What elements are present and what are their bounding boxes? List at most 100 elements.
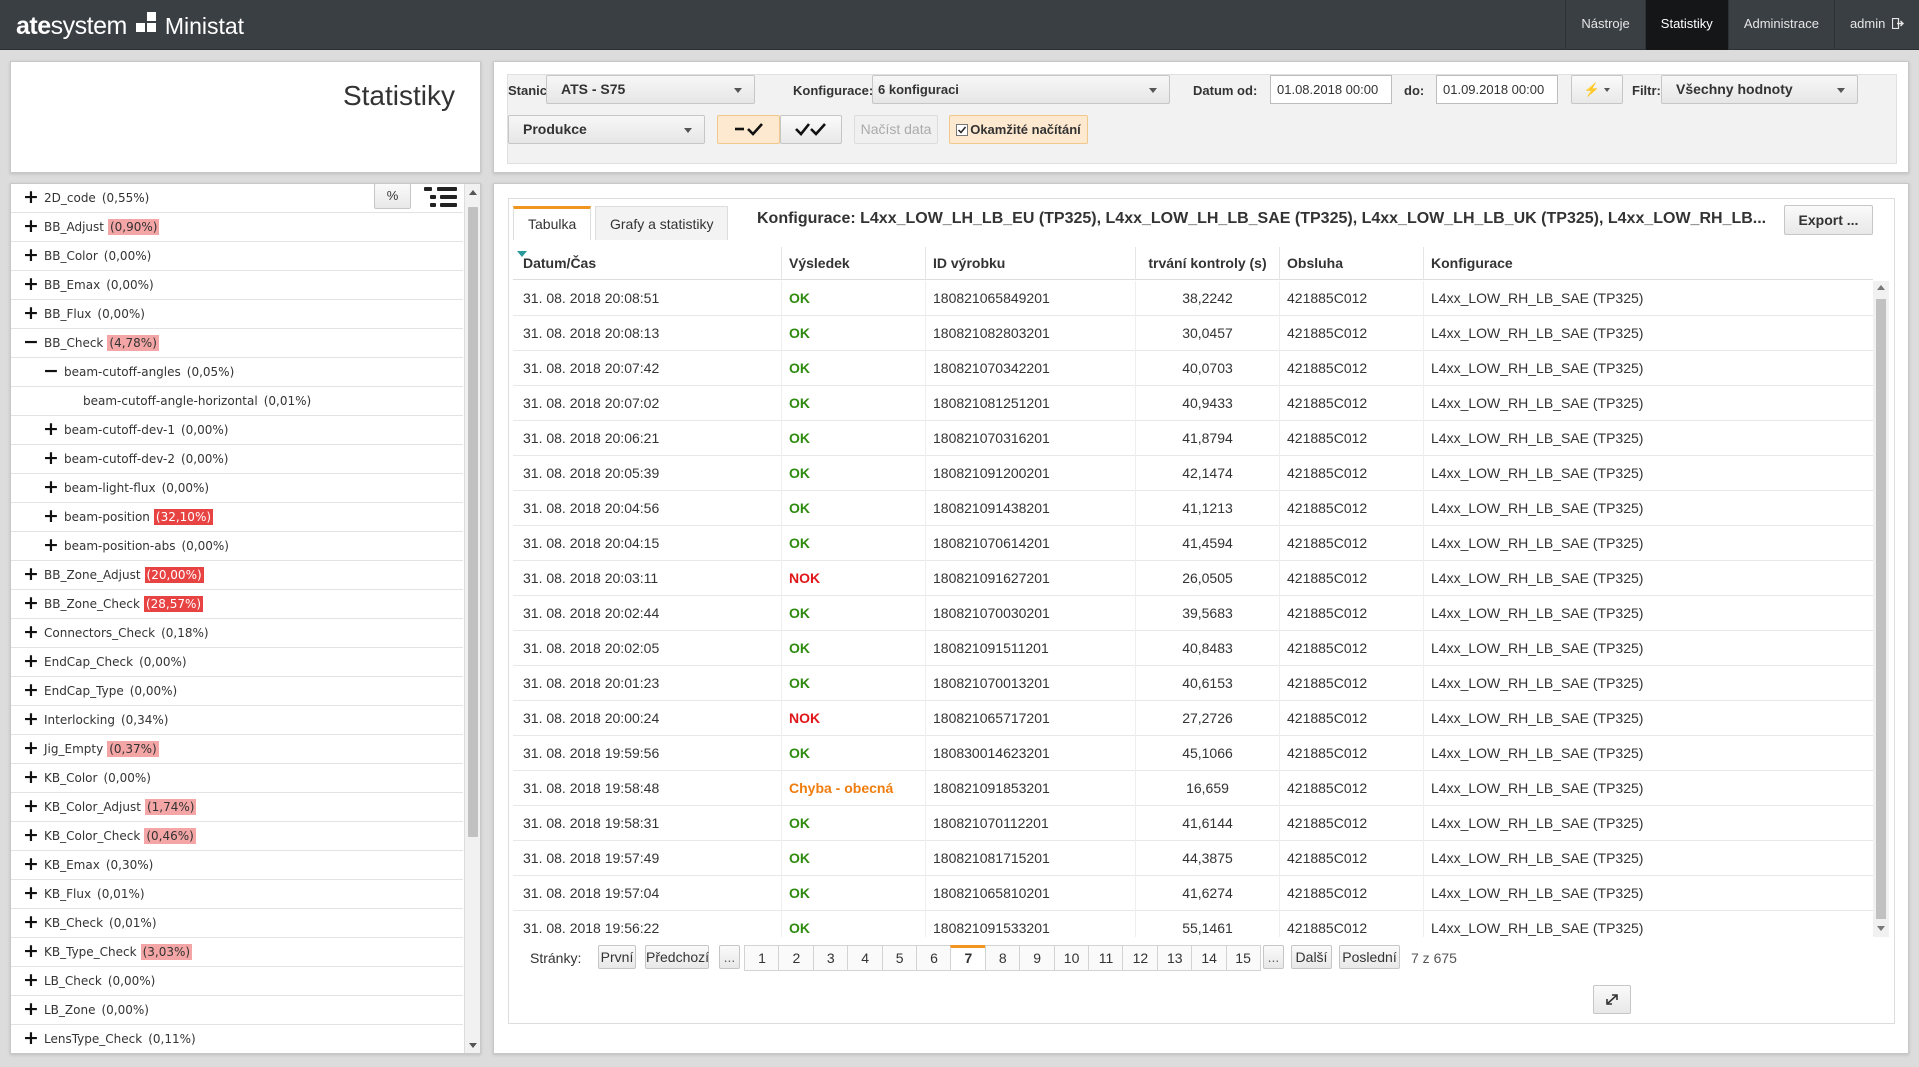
tree-item[interactable]: + beam-position (32,10%) xyxy=(11,503,463,532)
tree-item-label[interactable]: BB_Emax xyxy=(44,278,100,292)
tree-item[interactable]: + Jig_Empty (0,37%) xyxy=(11,735,463,764)
page-button[interactable]: 3 xyxy=(812,945,848,971)
nav-statistiky[interactable]: Statistiky xyxy=(1644,0,1728,50)
expand-plus-icon[interactable]: + xyxy=(23,677,39,705)
table-row[interactable]: 31. 08. 2018 19:58:31 OK 180821070112201 41… xyxy=(513,806,1873,841)
expand-plus-icon[interactable]: + xyxy=(23,184,39,212)
tree-item[interactable]: + beam-light-flux (0,00%) xyxy=(11,474,463,503)
tree-item[interactable]: + EndCap_Type (0,00%) xyxy=(11,677,463,706)
stanice-select[interactable]: ATS - S75 xyxy=(546,75,755,104)
expand-plus-icon[interactable]: + xyxy=(23,561,39,589)
table-row[interactable]: 31. 08. 2018 20:08:51 OK 180821065849201 38… xyxy=(513,281,1873,316)
table-row[interactable]: 31. 08. 2018 20:02:44 OK 180821070030201 39… xyxy=(513,596,1873,631)
tree-item-label[interactable]: KB_Emax xyxy=(44,858,100,872)
table-row[interactable]: 31. 08. 2018 20:03:11 NOK 180821091627201 2… xyxy=(513,561,1873,596)
expand-plus-icon[interactable]: + xyxy=(23,967,39,995)
filter-double-check-button[interactable] xyxy=(780,115,842,144)
expand-plus-icon[interactable]: + xyxy=(23,996,39,1024)
tree-item-label[interactable]: LB_Zone xyxy=(44,1003,95,1017)
expand-plus-icon[interactable]: + xyxy=(23,242,39,270)
tree-item-label[interactable]: Connectors_Check xyxy=(44,626,155,640)
expand-plus-icon[interactable]: + xyxy=(23,648,39,676)
nav-admin-user[interactable]: admin xyxy=(1833,0,1919,50)
tree-item-label[interactable]: EndCap_Type xyxy=(44,684,124,698)
tab-grafy[interactable]: Grafy a statistiky xyxy=(595,206,729,240)
tree-item[interactable]: + Interlocking (0,34%) xyxy=(11,706,463,735)
tree-item-label[interactable]: BB_Check xyxy=(44,336,103,350)
tree-item[interactable]: + beam-cutoff-dev-2 (0,00%) xyxy=(11,445,463,474)
expand-plus-icon[interactable]: + xyxy=(43,445,59,473)
tree-item[interactable]: + beam-cutoff-dev-1 (0,00%) xyxy=(11,416,463,445)
tree-item-label[interactable]: EndCap_Check xyxy=(44,655,133,669)
col-trvani[interactable]: trvání kontroly (s) xyxy=(1136,247,1280,280)
tree-item[interactable]: + BB_Flux (0,00%) xyxy=(11,300,463,329)
table-row[interactable]: 31. 08. 2018 20:04:56 OK 180821091438201 41… xyxy=(513,491,1873,526)
pager-first-button[interactable]: První xyxy=(598,945,636,969)
tree-item-label[interactable]: BB_Zone_Check xyxy=(44,597,140,611)
tab-tabulka[interactable]: Tabulka xyxy=(513,206,592,240)
tree-item-label[interactable]: beam-cutoff-angle-horizontal xyxy=(83,394,258,408)
tree-item-label[interactable]: KB_Flux xyxy=(44,887,91,901)
expand-plus-icon[interactable]: + xyxy=(23,880,39,908)
tree-item[interactable]: + BB_Zone_Check (28,57%) xyxy=(11,590,463,619)
tree-item[interactable]: − BB_Check (4,78%) xyxy=(11,329,463,358)
quick-range-button[interactable]: ⚡ xyxy=(1571,75,1623,104)
instant-load-checkbox[interactable] xyxy=(956,124,969,136)
expand-plus-icon[interactable]: + xyxy=(23,619,39,647)
table-scroll-thumb[interactable] xyxy=(1876,299,1886,919)
scroll-down-arrow-icon[interactable] xyxy=(469,1043,477,1048)
page-button[interactable]: 15 xyxy=(1225,945,1261,971)
tree-item[interactable]: + BB_Zone_Adjust (20,00%) xyxy=(11,561,463,590)
tree-item-label[interactable]: KB_Color_Check xyxy=(44,829,140,843)
tree-item[interactable]: + KB_Check (0,01%) xyxy=(11,909,463,938)
col-konfigurace[interactable]: Konfigurace xyxy=(1424,247,1873,280)
tree-item-label[interactable]: 2D_code xyxy=(44,191,96,205)
table-row[interactable]: 31. 08. 2018 20:07:42 OK 180821070342201 40… xyxy=(513,351,1873,386)
page-button[interactable]: 13 xyxy=(1156,945,1192,971)
tree-item[interactable]: + BB_Color (0,00%) xyxy=(11,242,463,271)
page-button[interactable]: 7 xyxy=(950,945,986,971)
tree-item-label[interactable]: BB_Color xyxy=(44,249,98,263)
datum-od-input[interactable]: 01.08.2018 00:00 xyxy=(1270,75,1392,104)
table-row[interactable]: 31. 08. 2018 19:59:56 OK 180830014623201 45… xyxy=(513,736,1873,771)
table-row[interactable]: 31. 08. 2018 19:57:49 OK 180821081715201 44… xyxy=(513,841,1873,876)
expand-plus-icon[interactable]: + xyxy=(23,271,39,299)
tree-item-label[interactable]: KB_Type_Check xyxy=(44,945,137,959)
tree-item[interactable]: + KB_Color_Adjust (1,74%) xyxy=(11,793,463,822)
tree-item[interactable]: beam-cutoff-angle-horizontal (0,01%) xyxy=(11,387,463,416)
expand-plus-icon[interactable]: + xyxy=(23,1025,39,1053)
filter-single-check-button[interactable] xyxy=(717,115,780,144)
scroll-down-arrow-icon[interactable] xyxy=(1877,926,1885,931)
instant-load-toggle[interactable]: Okamžité načítání xyxy=(949,115,1088,144)
col-obsluha[interactable]: Obsluha xyxy=(1280,247,1424,280)
page-button[interactable]: 2 xyxy=(778,945,814,971)
expand-plus-icon[interactable]: + xyxy=(23,213,39,241)
tree-item-label[interactable]: beam-cutoff-dev-1 xyxy=(64,423,175,437)
table-row[interactable]: 31. 08. 2018 20:05:39 OK 180821091200201 42… xyxy=(513,456,1873,491)
table-row[interactable]: 31. 08. 2018 20:04:15 OK 180821070614201 41… xyxy=(513,526,1873,561)
pager-ellipsis-left[interactable]: ... xyxy=(719,945,740,969)
table-row[interactable]: 31. 08. 2018 20:00:24 NOK 180821065717201 2… xyxy=(513,701,1873,736)
collapse-minus-icon[interactable]: − xyxy=(23,329,39,357)
expand-plus-icon[interactable]: + xyxy=(43,474,59,502)
tree-item[interactable]: + LB_Check (0,00%) xyxy=(11,967,463,996)
tree-item-label[interactable]: BB_Zone_Adjust xyxy=(44,568,141,582)
table-row[interactable]: 31. 08. 2018 19:56:22 OK 180821091533201 55… xyxy=(513,911,1873,937)
collapse-minus-icon[interactable]: − xyxy=(43,358,59,386)
tree-item[interactable]: + Connectors_Check (0,18%) xyxy=(11,619,463,648)
tree-item[interactable]: + KB_Type_Check (3,03%) xyxy=(11,938,463,967)
tree-item[interactable]: + KB_Color_Check (0,46%) xyxy=(11,822,463,851)
konfigurace-select[interactable]: 6 konfiguraci xyxy=(872,75,1170,104)
page-button[interactable]: 1 xyxy=(744,945,779,971)
tree-item[interactable]: + BB_Emax (0,00%) xyxy=(11,271,463,300)
table-scrollbar[interactable] xyxy=(1873,281,1889,937)
scroll-up-arrow-icon[interactable] xyxy=(1877,285,1885,290)
tree-item-label[interactable]: beam-light-flux xyxy=(64,481,156,495)
tree-item-label[interactable]: KB_Color xyxy=(44,771,97,785)
tree-item[interactable]: − beam-cutoff-angles (0,05%) xyxy=(11,358,463,387)
expand-plus-icon[interactable]: + xyxy=(23,706,39,734)
tree-item-label[interactable]: beam-cutoff-dev-2 xyxy=(64,452,175,466)
tree-item[interactable]: + LensType_Check (0,11%) xyxy=(11,1025,463,1053)
col-vysledek[interactable]: Výsledek xyxy=(782,247,926,280)
tree-item-label[interactable]: BB_Flux xyxy=(44,307,91,321)
